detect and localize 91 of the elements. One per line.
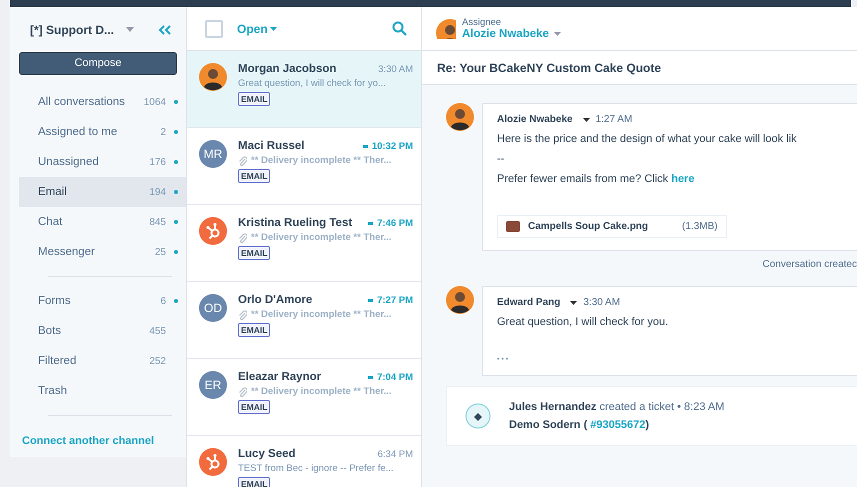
timestamp: 1:27 AM — [596, 114, 632, 125]
sender-name: Edward Pang — [497, 297, 560, 308]
sender-name: Alozie Nwabeke — [497, 114, 573, 125]
channel-tag: EMAIL — [238, 169, 270, 183]
caret-icon — [126, 27, 134, 32]
count-label: 176 — [149, 156, 166, 168]
message-preview: ** Delivery incomplete ** Ther... — [251, 309, 392, 320]
contact-name: Maci Russel — [238, 140, 304, 152]
conversation-subject: Re: Your BCakeNY Custom Cake Quote — [422, 51, 857, 85]
count-label: 845 — [149, 216, 166, 228]
nav-item[interactable]: Chat 845 — [19, 207, 186, 238]
nav-item[interactable]: Bots 455 — [19, 316, 186, 346]
person-avatar — [446, 286, 474, 314]
count-label: 194 — [149, 186, 166, 198]
channel-tag: EMAIL — [238, 477, 270, 487]
nav-item[interactable]: Messenger 25 — [19, 237, 186, 268]
ticket-icon — [465, 403, 491, 429]
nav-item[interactable]: All conversations 1064 — [19, 87, 186, 118]
ticket-title: Demo Sodern ( #93055672) — [509, 419, 650, 431]
timestamp: 3:30 AM — [378, 64, 413, 74]
caret-icon — [554, 32, 561, 36]
file-size: (1.3MB) — [682, 221, 718, 232]
nav-item[interactable]: Trash — [19, 376, 186, 406]
channel-tag: EMAIL — [238, 246, 270, 260]
channel-tag: EMAIL — [238, 92, 270, 106]
count-label: 25 — [154, 246, 166, 258]
nav-item[interactable]: Filtered 252 — [19, 346, 186, 376]
message-text: Great question, I will check for you. — [497, 316, 670, 328]
attachment-chip[interactable]: Campells Soup Cake.png (1.3MB) — [497, 215, 727, 238]
initials-avatar: ER — [199, 371, 227, 399]
message-text: -- — [497, 153, 506, 165]
status-filter-dropdown[interactable]: Open — [237, 22, 277, 36]
sprocket-logo-icon — [199, 217, 227, 245]
timestamp: 3:30 AM — [583, 297, 620, 308]
contact-name: Orlo D'Amore — [238, 294, 312, 306]
channel-tag: EMAIL — [238, 400, 270, 414]
inbox-dropdown[interactable]: [*] Support D... — [30, 22, 134, 37]
timestamp: 7:27 PM — [368, 294, 413, 306]
initials-avatar: MR — [199, 140, 227, 168]
count-label: 455 — [149, 326, 166, 337]
caret-icon — [270, 26, 277, 30]
channel-tag: EMAIL — [238, 323, 270, 337]
message-preview: Great question, I will check for yo... — [238, 78, 386, 89]
message-preview: ** Delivery incomplete ** Ther... — [251, 232, 392, 243]
person-avatar — [199, 63, 227, 91]
select-all-checkbox[interactable] — [205, 20, 223, 38]
nav-item[interactable]: Email 194 — [19, 177, 186, 208]
conversation-row[interactable]: ER Eleazar Raynor 7:04 PM ** Delivery incomplete ** Ther... EMAIL — [187, 359, 421, 436]
contact-name: Eleazar Raynor — [238, 371, 322, 383]
nav-item[interactable]: Forms 6 — [19, 286, 186, 316]
count-label: 252 — [149, 356, 166, 367]
compose-button[interactable]: Compose — [19, 52, 177, 76]
image-thumbnail — [506, 221, 520, 232]
status-note: Conversation createc — [762, 259, 857, 270]
nav-item[interactable]: Assigned to me 2 — [19, 117, 186, 148]
contact-name: Kristina Rueling Test — [238, 217, 352, 229]
count-label: 2 — [160, 126, 166, 138]
nav-item[interactable]: Unassigned 176 — [19, 147, 186, 178]
caret-icon — [570, 300, 578, 304]
unsubscribe-link[interactable]: here — [671, 173, 694, 185]
search-icon[interactable] — [392, 21, 407, 36]
timestamp: 7:04 PM — [368, 372, 413, 382]
timestamp: 10:32 PM — [362, 140, 413, 152]
message-preview: ** Delivery incomplete ** Ther... — [251, 386, 392, 397]
conversation-row[interactable]: MR Maci Russel 10:32 PM ** Delivery incomplete ** Ther... EMAIL — [187, 128, 421, 205]
count-label: 6 — [160, 296, 166, 307]
conversation-row[interactable]: Morgan Jacobson 3:30 AM Great question, I will check for yo... EMAIL — [187, 51, 421, 128]
contact-name: Morgan Jacobson — [238, 63, 336, 75]
caret-icon — [582, 118, 590, 122]
conversation-row[interactable]: Kristina Rueling Test 7:46 PM ** Delivery incomplete ** Ther... EMAIL — [187, 205, 421, 282]
timestamp: 6:34 PM — [378, 448, 413, 460]
conversation-row[interactable]: Lucy Seed 6:34 PM TEST from Bec - ignore -- Prefer fe... EMAIL — [187, 436, 421, 487]
collapse-icon — [158, 24, 172, 35]
ticket-link[interactable]: #93055672 — [590, 419, 646, 431]
message-preview: TEST from Bec - ignore -- Prefer fe... — [238, 463, 394, 474]
conversation-row[interactable]: OD Orlo D'Amore 7:27 PM ** Delivery incomplete ** Ther... EMAIL — [187, 282, 421, 359]
initials-avatar: OD — [199, 294, 227, 322]
contact-name: Lucy Seed — [238, 448, 296, 460]
person-avatar — [446, 103, 474, 131]
count-label: 1064 — [144, 96, 166, 108]
ticket-activity: Jules Hernandez created a ticket • 8:23 AM — [509, 401, 724, 413]
sprocket-logo-icon — [199, 448, 227, 476]
connect-channel-link[interactable]: Connect another channel — [10, 425, 186, 458]
message-preview: ** Delivery incomplete ** Ther... — [251, 155, 392, 166]
assignee-dropdown[interactable]: Alozie Nwabeke — [462, 28, 561, 40]
file-name: Campells Soup Cake.png — [528, 221, 648, 232]
message-text: Prefer fewer emails from me? Click — [497, 173, 668, 185]
message-text: Here is the price and the design of what your cake will look lik — [497, 133, 798, 145]
assignee-label: Assignee — [462, 17, 502, 28]
timestamp: 7:46 PM — [368, 218, 413, 228]
person-avatar — [436, 18, 456, 38]
